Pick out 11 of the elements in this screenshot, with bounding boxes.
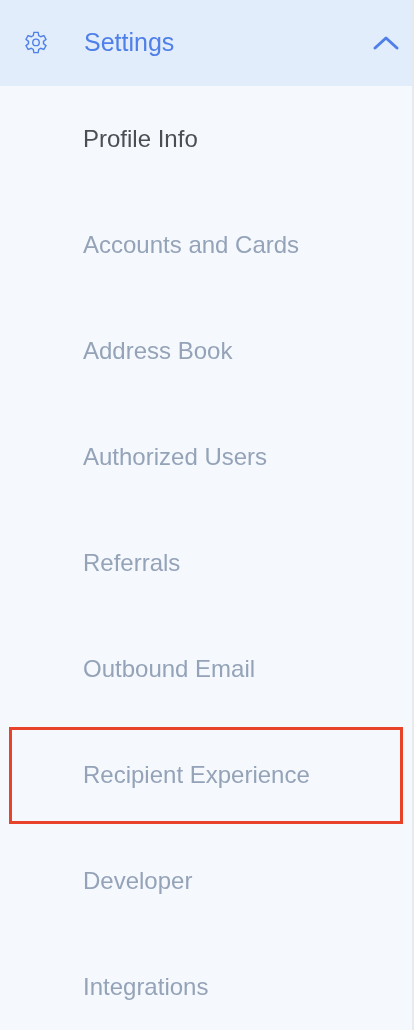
- menu-item[interactable]: Authorized Users: [83, 439, 268, 475]
- menu-item[interactable]: Accounts and Cards: [83, 227, 300, 263]
- menu-item[interactable]: Recipient Experience: [83, 757, 310, 793]
- menu-item[interactable]: Address Book: [83, 333, 233, 369]
- menu-item[interactable]: Referrals: [83, 545, 181, 581]
- settings-header[interactable]: Settings: [0, 0, 412, 86]
- menu-item[interactable]: Profile Info: [83, 121, 198, 157]
- menu-item[interactable]: Developer: [83, 863, 193, 899]
- section-title: Settings: [84, 27, 176, 59]
- menu-item[interactable]: Outbound Email: [83, 651, 256, 687]
- menu-item[interactable]: Integrations: [83, 969, 209, 1005]
